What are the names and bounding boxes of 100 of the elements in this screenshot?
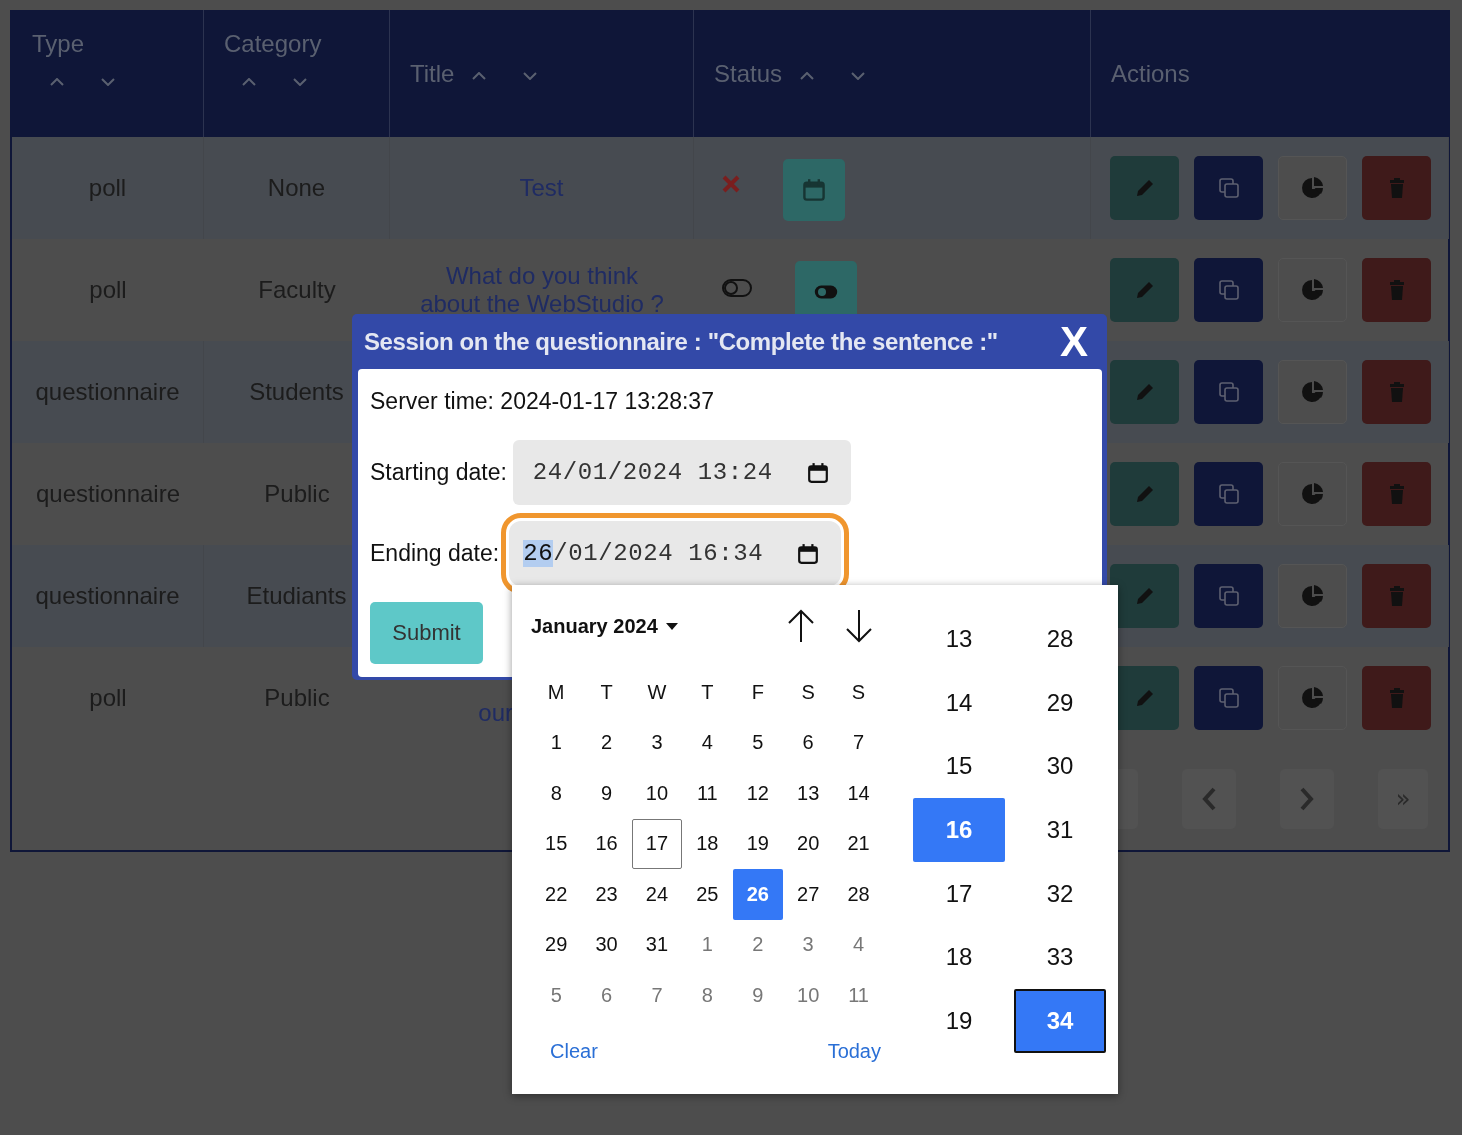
calendar-day[interactable]: 11 bbox=[833, 970, 884, 1021]
calendar-day[interactable]: 4 bbox=[682, 717, 733, 768]
calendar-day[interactable]: 11 bbox=[682, 768, 733, 819]
copy-icon bbox=[1216, 482, 1241, 506]
date-field[interactable]: 24/01/2024 13:24 bbox=[512, 440, 851, 505]
calendar-day[interactable]: 7 bbox=[631, 970, 682, 1021]
calendar-day[interactable]: 21 bbox=[833, 818, 884, 869]
column-header: Type bbox=[32, 30, 85, 57]
hour-option[interactable]: 18 bbox=[913, 925, 1005, 990]
hour-option[interactable]: 15 bbox=[913, 734, 1005, 799]
sort-down-icon[interactable] bbox=[851, 71, 866, 80]
calendar-day[interactable]: 6 bbox=[783, 717, 834, 768]
chart-button[interactable] bbox=[1278, 360, 1347, 424]
chart-button[interactable] bbox=[1278, 462, 1347, 526]
calendar-day[interactable]: 23 bbox=[581, 869, 632, 920]
calendar-day[interactable]: 1 bbox=[682, 919, 733, 970]
minute-option[interactable]: 31 bbox=[1014, 798, 1106, 862]
calendar-day[interactable]: 4 bbox=[833, 919, 884, 970]
minute-option[interactable]: 33 bbox=[1014, 925, 1106, 990]
calendar-day[interactable]: 31 bbox=[631, 919, 682, 970]
sort-up-icon[interactable] bbox=[800, 71, 815, 80]
copy-button[interactable] bbox=[1194, 462, 1263, 526]
previous-page-button[interactable] bbox=[1182, 769, 1236, 829]
chart-button[interactable] bbox=[1278, 564, 1347, 628]
sort-down-icon[interactable] bbox=[101, 78, 115, 86]
calendar-day[interactable]: 30 bbox=[581, 919, 632, 970]
calendar-day[interactable]: 15 bbox=[531, 818, 582, 869]
chart-button[interactable] bbox=[1278, 156, 1347, 220]
hour-option[interactable]: 19 bbox=[913, 989, 1005, 1053]
calendar-day[interactable]: 27 bbox=[783, 869, 834, 920]
calendar-day[interactable]: 5 bbox=[732, 717, 783, 768]
field-label: Ending date: bbox=[370, 540, 500, 567]
minute-option[interactable]: 28 bbox=[1014, 607, 1106, 671]
hour-option[interactable]: 14 bbox=[913, 670, 1005, 735]
clear-link[interactable]: Clear bbox=[550, 1040, 598, 1063]
calendar-day[interactable]: 19 bbox=[732, 818, 783, 869]
calendar-day[interactable]: 9 bbox=[732, 970, 783, 1021]
calendar-day[interactable]: 13 bbox=[783, 768, 834, 819]
chart-button[interactable] bbox=[1278, 258, 1347, 322]
edit-button[interactable] bbox=[1110, 564, 1179, 628]
sort-up-icon[interactable] bbox=[242, 78, 256, 86]
copy-icon bbox=[1216, 176, 1241, 200]
calendar-button[interactable] bbox=[783, 159, 845, 221]
calendar-day[interactable]: 25 bbox=[682, 869, 733, 920]
calendar-day[interactable]: 8 bbox=[682, 970, 733, 1021]
copy-button[interactable] bbox=[1194, 360, 1263, 424]
calendar-day[interactable]: 24 bbox=[631, 869, 682, 920]
calendar-day[interactable]: 6 bbox=[581, 970, 632, 1021]
minute-option[interactable]: 30 bbox=[1014, 734, 1106, 799]
hour-option[interactable]: 13 bbox=[913, 607, 1005, 671]
hour-option[interactable]: 16 bbox=[913, 798, 1005, 862]
copy-button[interactable] bbox=[1194, 258, 1263, 322]
calendar-day[interactable]: 5 bbox=[531, 970, 582, 1021]
sort-down-icon[interactable] bbox=[523, 71, 538, 80]
calendar-day[interactable]: 16 bbox=[581, 818, 632, 869]
calendar-day[interactable]: 12 bbox=[732, 768, 783, 819]
calendar-day[interactable]: 3 bbox=[631, 717, 682, 768]
copy-button[interactable] bbox=[1194, 156, 1263, 220]
cross-icon bbox=[722, 175, 740, 193]
calendar-day[interactable]: 28 bbox=[833, 869, 884, 920]
sort-up-icon[interactable] bbox=[472, 71, 487, 80]
copy-button[interactable] bbox=[1194, 666, 1263, 730]
copy-icon bbox=[1216, 380, 1241, 404]
calendar-day[interactable]: 7 bbox=[833, 717, 884, 768]
copy-button[interactable] bbox=[1194, 564, 1263, 628]
calendar-day[interactable]: 22 bbox=[531, 869, 582, 920]
minute-option[interactable]: 34 bbox=[1014, 989, 1106, 1053]
calendar-day[interactable]: 8 bbox=[531, 768, 582, 819]
arrow-down-icon[interactable] bbox=[844, 609, 874, 643]
calendar-day[interactable]: 26 bbox=[732, 869, 783, 920]
sort-down-icon[interactable] bbox=[293, 78, 307, 86]
calendar-day[interactable]: 10 bbox=[631, 768, 682, 819]
month-dropdown[interactable]: January 2024 bbox=[531, 614, 678, 638]
weekday-label: S bbox=[801, 680, 815, 704]
calendar-day[interactable]: 29 bbox=[531, 919, 582, 970]
weekday-label: W bbox=[647, 680, 667, 704]
arrow-up-icon[interactable] bbox=[786, 609, 816, 643]
today-link[interactable]: Today bbox=[827, 1040, 881, 1063]
submit-button[interactable]: Submit bbox=[370, 602, 483, 664]
minute-option[interactable]: 32 bbox=[1014, 861, 1106, 926]
calendar-day[interactable]: 2 bbox=[581, 717, 632, 768]
calendar-day[interactable]: 20 bbox=[783, 818, 834, 869]
calendar-day[interactable]: 9 bbox=[581, 768, 632, 819]
copy-icon bbox=[1216, 584, 1241, 608]
calendar-day[interactable]: 3 bbox=[783, 919, 834, 970]
calendar-day[interactable]: 14 bbox=[833, 768, 884, 819]
calendar-day[interactable]: 17 bbox=[631, 818, 682, 869]
chart-button[interactable] bbox=[1278, 666, 1347, 730]
pie-chart-icon bbox=[1300, 482, 1325, 506]
weekday-label: T bbox=[600, 680, 613, 704]
calendar-day[interactable]: 2 bbox=[732, 919, 783, 970]
calendar-day[interactable]: 1 bbox=[531, 717, 582, 768]
hour-option[interactable]: 17 bbox=[913, 861, 1005, 926]
sort-up-icon[interactable] bbox=[50, 78, 64, 86]
close-button[interactable]: X bbox=[1060, 319, 1088, 364]
next-page-button[interactable] bbox=[1280, 769, 1334, 829]
pie-chart-icon bbox=[1300, 584, 1325, 608]
calendar-day[interactable]: 10 bbox=[783, 970, 834, 1021]
calendar-day[interactable]: 18 bbox=[682, 818, 733, 869]
minute-option[interactable]: 29 bbox=[1014, 670, 1106, 735]
